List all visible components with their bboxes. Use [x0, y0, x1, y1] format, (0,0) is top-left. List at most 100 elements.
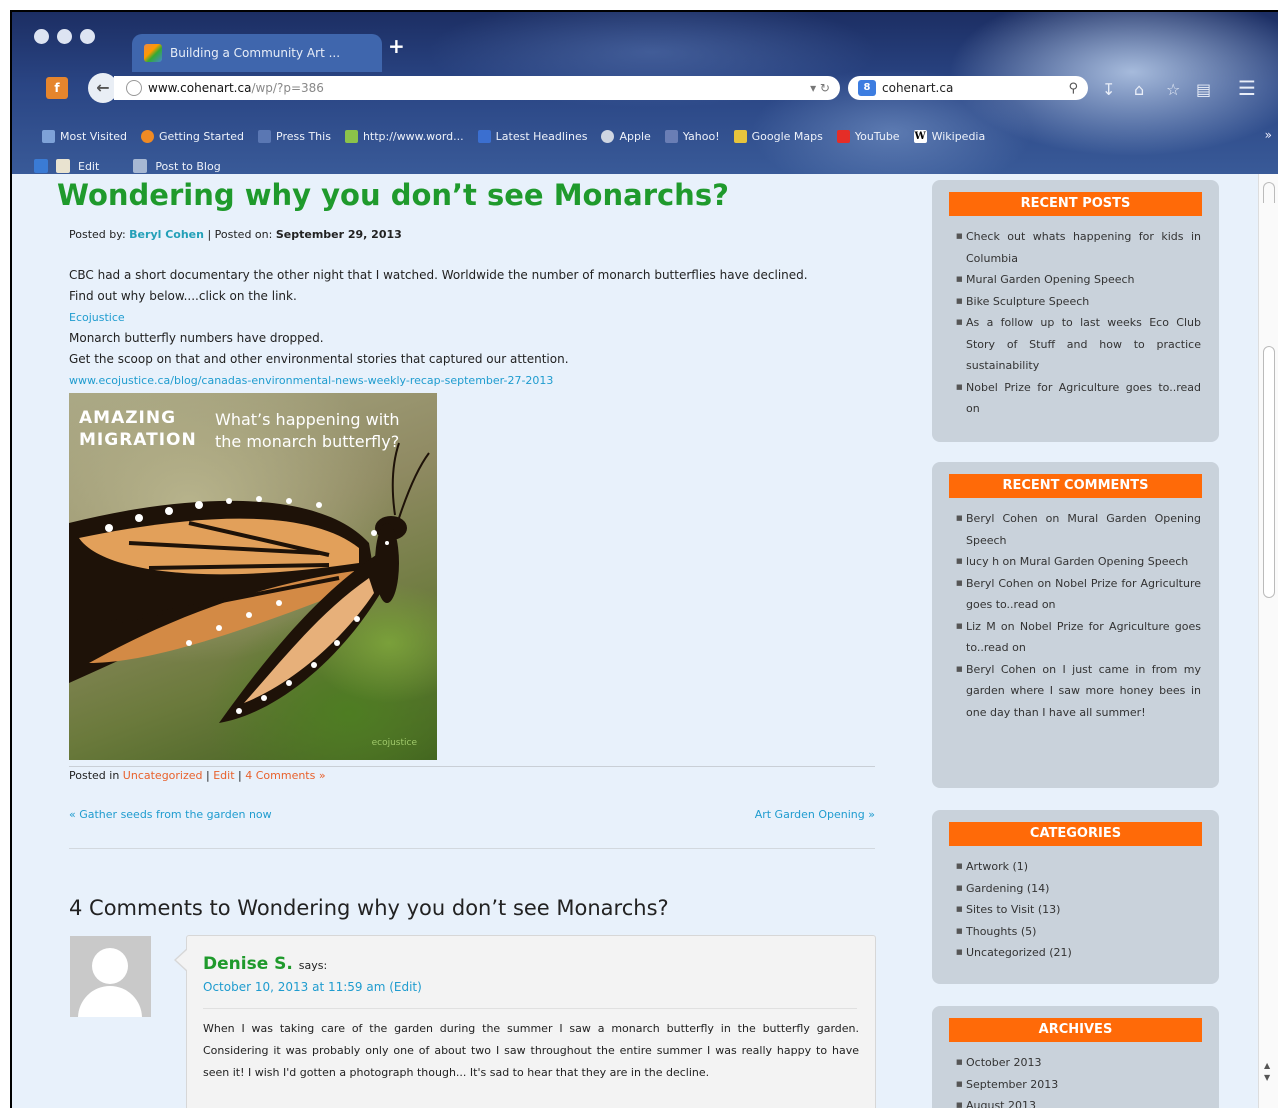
firefox-menu-icon[interactable]: f — [46, 77, 68, 99]
google-icon: 8 — [858, 80, 876, 96]
post-navigation: « Gather seeds from the garden now Art G… — [69, 808, 875, 821]
url-domain: www.cohenart.ca — [148, 81, 252, 95]
search-icon[interactable]: ⚲ — [1068, 81, 1078, 96]
firefox-icon — [140, 129, 154, 143]
ecojustice-article-link[interactable]: www.ecojustice.ca/blog/canadas-environme… — [69, 370, 879, 391]
search-input[interactable]: cohenart.ca — [882, 81, 953, 95]
avatar — [70, 936, 151, 1017]
browser-window: Building a Community Art ... + f ← www.c… — [0, 0, 1278, 1108]
divider — [69, 848, 875, 849]
monarch-butterfly-image: AMAZING MIGRATION What’s happening with th… — [69, 393, 437, 760]
category-link[interactable]: Artwork (1) — [956, 856, 1201, 878]
bookmark-most-visited[interactable]: Most Visited — [42, 129, 127, 143]
category-link[interactable]: Uncategorized (21) — [956, 942, 1201, 964]
widget-title: CATEGORIES — [949, 822, 1202, 846]
ecojustice-link[interactable]: Ecojustice — [69, 307, 879, 328]
next-post-link[interactable]: Art Garden Opening » — [755, 808, 875, 821]
globe-icon — [126, 80, 142, 96]
home-icon[interactable]: ⌂ — [1134, 80, 1144, 99]
post-meta: Posted by: Beryl Cohen | Posted on: Sept… — [69, 228, 402, 241]
recent-comment-link[interactable]: Beryl Cohen on Mural Garden Opening Spee… — [956, 508, 1201, 551]
search-bar[interactable]: 8 cohenart.ca ⚲ — [848, 76, 1088, 100]
category-link[interactable]: Gardening (14) — [956, 878, 1201, 900]
download-icon[interactable]: ↧ — [1102, 80, 1115, 99]
menu-icon[interactable]: ☰ — [1238, 76, 1256, 100]
image-caption-right: What’s happening with the monarch butterf… — [215, 410, 400, 451]
post-paragraph: CBC had a short documentary the other ni… — [69, 268, 808, 282]
bookmark-wordpress[interactable]: http://www.word... — [344, 129, 464, 143]
bookmark-press-this[interactable]: Press This — [258, 129, 331, 143]
page-icon — [664, 129, 678, 143]
bookmark-wikipedia[interactable]: W Wikipedia — [913, 129, 985, 143]
category-link[interactable]: Uncategorized — [123, 769, 203, 782]
avatar-head — [92, 948, 128, 984]
recent-comments-widget: RECENT COMMENTS Beryl Cohen on Mural Gar… — [932, 462, 1219, 788]
category-link[interactable]: Sites to Visit (13) — [956, 899, 1201, 921]
bookmarks-bar: Most Visited Getting Started Press This … — [42, 126, 1278, 146]
map-icon — [733, 129, 747, 143]
previous-post-link[interactable]: « Gather seeds from the garden now — [69, 808, 272, 821]
bookmark-latest-headlines[interactable]: Latest Headlines — [477, 129, 587, 143]
rss-icon — [477, 129, 491, 143]
post-body: CBC had a short documentary the other ni… — [69, 265, 879, 391]
recent-post-link[interactable]: As a follow up to last weeks Eco Club St… — [956, 312, 1201, 377]
scrollbar-thumb[interactable] — [1263, 346, 1275, 598]
scroll-arrows-icon[interactable]: ▲ ▼ — [1264, 1060, 1270, 1084]
comments-link[interactable]: 4 Comments » — [245, 769, 325, 782]
recent-post-link[interactable]: Bike Sculpture Speech — [956, 291, 1201, 313]
wikipedia-icon: W — [913, 129, 927, 143]
image-caption-left: AMAZING MIGRATION — [79, 408, 197, 450]
recent-post-link[interactable]: Mural Garden Opening Speech — [956, 269, 1201, 291]
url-bar[interactable]: www.cohenart.ca/wp/?p=386 ▾ ↻ — [114, 76, 840, 100]
post-to-blog-button[interactable]: Post to Blog — [155, 160, 220, 173]
scrollbar-track-top — [1263, 182, 1275, 203]
post-author-link[interactable]: Beryl Cohen — [129, 228, 204, 241]
bookmarks-overflow-button[interactable]: » — [1265, 128, 1272, 142]
archive-link[interactable]: August 2013 — [956, 1095, 1201, 1108]
edit-link[interactable]: Edit — [213, 769, 234, 782]
tab-favicon-icon — [144, 44, 162, 62]
window-close-button[interactable] — [34, 29, 49, 44]
bookmark-yahoo[interactable]: Yahoo! — [664, 129, 720, 143]
post-title[interactable]: Wondering why you don’t see Monarchs? — [57, 178, 729, 212]
bookmark-apple[interactable]: Apple — [601, 129, 651, 143]
post-paragraph: Monarch butterfly numbers have dropped. — [69, 331, 324, 345]
comment-date-link[interactable]: October 10, 2013 at 11:59 am (Edit) — [203, 980, 422, 994]
window-minimize-button[interactable] — [57, 29, 72, 44]
edit-icon — [56, 159, 70, 173]
addon-bar: Edit Post to Blog — [34, 159, 221, 173]
window-zoom-button[interactable] — [80, 29, 95, 44]
apple-icon — [601, 129, 615, 143]
vertical-scrollbar[interactable] — [1258, 174, 1278, 1108]
bookmark-youtube[interactable]: YouTube — [836, 129, 900, 143]
comment-author: Denise S. says: — [203, 954, 328, 974]
widget-title: ARCHIVES — [949, 1018, 1202, 1042]
archive-link[interactable]: September 2013 — [956, 1074, 1201, 1096]
recent-post-link[interactable]: Nobel Prize for Agriculture goes to..rea… — [956, 377, 1201, 420]
category-link[interactable]: Thoughts (5) — [956, 921, 1201, 943]
edit-addon-button[interactable]: Edit — [78, 160, 99, 173]
archive-link[interactable]: October 2013 — [956, 1052, 1201, 1074]
comments-heading: 4 Comments to Wondering why you don’t se… — [69, 896, 669, 920]
tab-title: Building a Community Art ... — [170, 46, 341, 60]
addon-icon[interactable] — [34, 159, 48, 173]
clipboard-icon[interactable]: ▤ — [1196, 80, 1211, 99]
bookmark-google-maps[interactable]: Google Maps — [733, 129, 823, 143]
recent-comment-link[interactable]: lucy h on Mural Garden Opening Speech — [956, 551, 1201, 573]
comment-divider — [203, 1008, 857, 1009]
recent-comment-link[interactable]: Beryl Cohen on Nobel Prize for Agricultu… — [956, 573, 1201, 616]
recent-comment-link[interactable]: Beryl Cohen on I just came in from my ga… — [956, 659, 1201, 724]
bookmark-getting-started[interactable]: Getting Started — [140, 129, 244, 143]
browser-toolbar: Building a Community Art ... + f ← www.c… — [12, 12, 1278, 174]
browser-tab[interactable]: Building a Community Art ... — [132, 34, 382, 72]
recent-comment-link[interactable]: Liz M on Nobel Prize for Agriculture goe… — [956, 616, 1201, 659]
reload-icon[interactable]: ▾ ↻ — [810, 81, 830, 95]
recent-post-link[interactable]: Check out whats happening for kids in Co… — [956, 226, 1201, 269]
youtube-icon — [836, 129, 850, 143]
new-tab-button[interactable]: + — [388, 34, 405, 58]
post-paragraph: Find out why below....click on the link. — [69, 289, 297, 303]
post-date: September 29, 2013 — [275, 228, 402, 241]
bookmark-star-icon[interactable]: ☆ — [1166, 80, 1180, 99]
avatar-body — [78, 986, 142, 1017]
archives-widget: ARCHIVES October 2013 September 2013 Aug… — [932, 1006, 1219, 1108]
